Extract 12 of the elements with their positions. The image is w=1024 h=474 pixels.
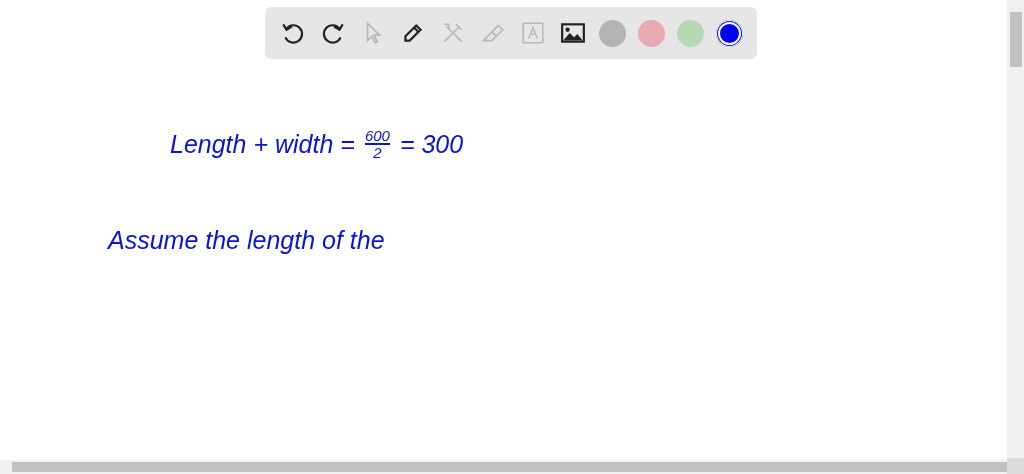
vertical-scrollbar[interactable] (1007, 0, 1024, 458)
color-swatch[interactable] (716, 19, 743, 47)
handwritten-text: Length + width = (170, 129, 355, 159)
scrollbar-corner (1007, 458, 1024, 474)
color-swatch[interactable] (638, 19, 665, 47)
handwritten-text: = 300 (399, 129, 464, 159)
handwritten-text: Assume the length of the (108, 226, 385, 255)
horizontal-scrollbar[interactable] (0, 460, 1007, 474)
color-swatch[interactable] (677, 19, 704, 47)
numerator: 600 (364, 128, 390, 143)
denominator: 2 (373, 145, 382, 160)
color-swatch[interactable] (599, 19, 626, 47)
